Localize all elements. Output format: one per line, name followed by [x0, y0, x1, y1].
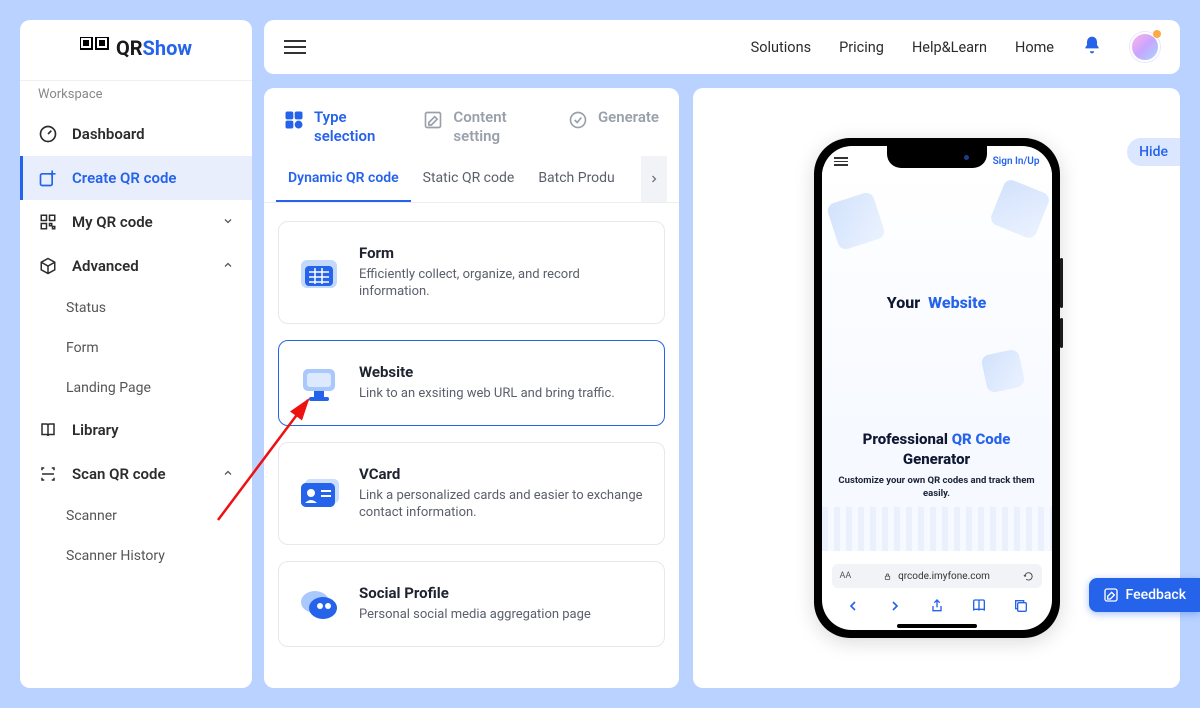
- tabs-icon[interactable]: [1013, 598, 1029, 618]
- nav-help[interactable]: Help&Learn: [912, 39, 987, 56]
- phone-menu-icon[interactable]: [834, 157, 848, 166]
- step-label: Content setting: [453, 108, 540, 146]
- sidebar-item-advanced[interactable]: Advanced: [20, 244, 252, 288]
- bookmarks-icon[interactable]: [971, 598, 987, 618]
- browser-toolbar: [822, 594, 1052, 622]
- sidebar-item-create[interactable]: Create QR code: [20, 156, 252, 200]
- type-card-form[interactable]: Form Efficiently collect, organize, and …: [278, 221, 665, 324]
- hero-description: Customize your own QR codes and track th…: [836, 475, 1038, 501]
- nav-pricing[interactable]: Pricing: [839, 39, 884, 56]
- decorative-dots: [822, 507, 1052, 551]
- tab-static[interactable]: Static QR code: [411, 156, 527, 202]
- step-label: Generate: [598, 108, 659, 127]
- nav-solutions[interactable]: Solutions: [751, 39, 811, 56]
- type-card-website[interactable]: Website Link to an exsiting web URL and …: [278, 340, 665, 426]
- home-indicator: [897, 624, 977, 628]
- check-circle-icon: [568, 110, 588, 130]
- type-card-vcard[interactable]: VCard Link a personalized cards and easi…: [278, 442, 665, 545]
- sidebar-item-label: Scan QR code: [72, 465, 166, 483]
- sidebar-item-label: Advanced: [72, 257, 139, 275]
- sidebar-item-label: My QR code: [72, 213, 153, 231]
- type-title: Social Profile: [359, 584, 591, 602]
- sidebar-sub-scanner[interactable]: Scanner: [20, 496, 252, 536]
- plus-square-icon: [38, 168, 58, 188]
- decorative-cube: [825, 191, 885, 251]
- book-icon: [38, 420, 58, 440]
- tab-dynamic[interactable]: Dynamic QR code: [276, 156, 411, 202]
- decorative-cube: [988, 178, 1050, 240]
- vcard-icon: [297, 473, 341, 513]
- qr-icon: [38, 212, 58, 232]
- forward-icon[interactable]: [887, 598, 903, 618]
- type-title: Form: [359, 244, 646, 262]
- step-type-selection[interactable]: Type selection: [284, 108, 395, 146]
- sign-in-link[interactable]: Sign In/Up: [993, 156, 1040, 167]
- type-title: VCard: [359, 465, 646, 483]
- sidebar-sub-scanner-history[interactable]: Scanner History: [20, 536, 252, 576]
- gauge-icon: [38, 124, 58, 144]
- step-generate[interactable]: Generate: [568, 108, 659, 146]
- logo[interactable]: QRShow: [20, 20, 252, 80]
- hero-subtitle: Professional QR CodeGenerator: [836, 430, 1038, 469]
- tabs: Dynamic QR code Static QR code Batch Pro…: [264, 156, 679, 203]
- chat-icon: [297, 584, 341, 624]
- sidebar-item-label: Dashboard: [72, 125, 145, 143]
- type-title: Website: [359, 363, 615, 381]
- phone-notch: [887, 146, 987, 168]
- grid-icon: [284, 110, 304, 130]
- type-list[interactable]: Form Efficiently collect, organize, and …: [264, 203, 679, 689]
- scan-icon: [38, 464, 58, 484]
- type-card-social[interactable]: Social Profile Personal social media agg…: [278, 561, 665, 647]
- avatar[interactable]: [1130, 32, 1160, 62]
- type-desc: Link a personalized cards and easier to …: [359, 487, 646, 522]
- sidebar-item-myqr[interactable]: My QR code: [20, 200, 252, 244]
- type-desc: Link to an exsiting web URL and bring tr…: [359, 385, 615, 403]
- feedback-label: Feedback: [1126, 587, 1186, 603]
- sidebar-sub-form[interactable]: Form: [20, 328, 252, 368]
- text-size-icon[interactable]: AA: [840, 571, 852, 581]
- feedback-button[interactable]: Feedback: [1089, 578, 1200, 612]
- nav-home[interactable]: Home: [1015, 39, 1054, 56]
- tab-batch[interactable]: Batch Produ: [526, 156, 626, 202]
- sidebar-sub-landing[interactable]: Landing Page: [20, 368, 252, 408]
- chevron-up-icon: [222, 257, 234, 275]
- step-content-setting[interactable]: Content setting: [423, 108, 540, 146]
- monitor-icon: [297, 363, 341, 403]
- steps: Type selection Content setting Generate: [264, 88, 679, 156]
- lock-icon: [883, 572, 892, 581]
- sidebar-item-library[interactable]: Library: [20, 408, 252, 452]
- type-desc: Personal social media aggregation page: [359, 606, 591, 624]
- sidebar-item-label: Create QR code: [72, 169, 176, 187]
- tabs-next-icon[interactable]: [641, 156, 667, 202]
- reload-icon[interactable]: [1023, 571, 1034, 582]
- chevron-down-icon: [222, 213, 234, 231]
- logo-text: QRShow: [116, 36, 192, 60]
- hero-title: Your Website: [836, 293, 1038, 312]
- cube-icon: [38, 256, 58, 276]
- edit-icon: [423, 110, 443, 130]
- sidebar: QRShow Workspace Dashboard Create QR cod…: [20, 20, 252, 688]
- sidebar-item-dashboard[interactable]: Dashboard: [20, 112, 252, 156]
- type-desc: Efficiently collect, organize, and recor…: [359, 266, 646, 301]
- back-icon[interactable]: [845, 598, 861, 618]
- chevron-up-icon: [222, 465, 234, 483]
- phone-mockup: Sign In/Up Your Website Professional QR …: [814, 138, 1060, 638]
- workspace-label: Workspace: [20, 80, 252, 112]
- sidebar-item-scan[interactable]: Scan QR code: [20, 452, 252, 496]
- url-text: qrcode.imyfone.com: [898, 571, 990, 582]
- edit-square-icon: [1103, 587, 1119, 603]
- hide-button[interactable]: Hide: [1127, 138, 1180, 166]
- sidebar-sub-status[interactable]: Status: [20, 288, 252, 328]
- create-panel: Type selection Content setting Generate …: [264, 88, 679, 688]
- decorative-cube: [980, 348, 1025, 393]
- sidebar-item-label: Library: [72, 421, 119, 439]
- url-bar[interactable]: AA qrcode.imyfone.com: [832, 564, 1042, 588]
- menu-toggle-icon[interactable]: [284, 40, 306, 54]
- share-icon[interactable]: [929, 598, 945, 618]
- logo-qr-icon: [80, 36, 110, 60]
- topbar: Solutions Pricing Help&Learn Home: [264, 20, 1180, 74]
- form-icon: [297, 252, 341, 292]
- step-label: Type selection: [314, 108, 395, 146]
- bell-icon[interactable]: [1082, 35, 1102, 59]
